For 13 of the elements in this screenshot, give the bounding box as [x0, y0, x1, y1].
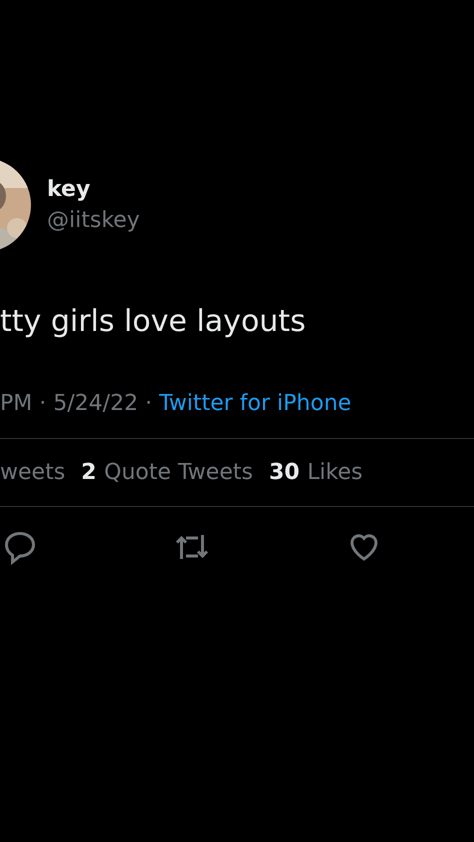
separator: · — [39, 391, 46, 416]
stat-count[interactable]: weets — [0, 460, 66, 485]
author-handle: @iitskey — [47, 208, 140, 233]
tweet-date: 5/24/22 — [53, 391, 138, 416]
stat-count[interactable]: 30 Likes — [268, 460, 363, 485]
stat-count[interactable]: 2 Quote Tweets — [81, 460, 253, 485]
tweet-text: tty girls love layouts — [0, 304, 307, 339]
author-name: key — [47, 177, 92, 202]
separator: · — [145, 391, 152, 416]
reply-icon — [2, 529, 38, 565]
reply-button[interactable] — [2, 529, 38, 565]
tweet-time: PM — [0, 391, 32, 416]
source-link[interactable]: Twitter for iPhone — [159, 391, 352, 416]
